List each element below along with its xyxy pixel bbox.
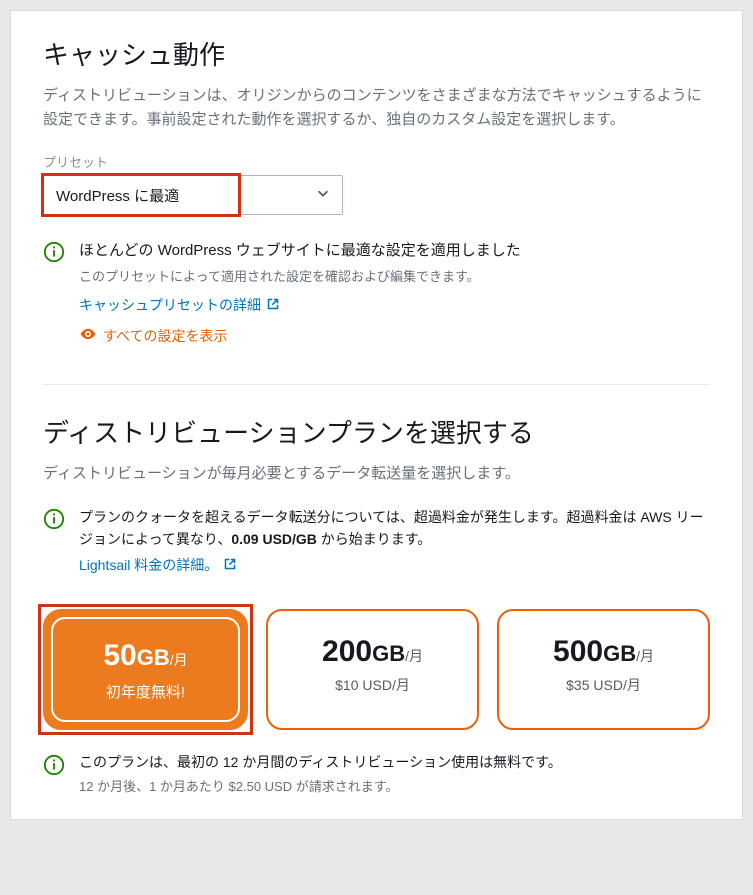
info-icon: [43, 241, 65, 268]
show-all-settings-link[interactable]: すべての設定を表示: [79, 325, 227, 346]
cache-section-desc: ディストリビューションは、オリジンからのコンテンツをさまざまな方法でキャッシュす…: [43, 84, 710, 132]
preset-info-row: ほとんどの WordPress ウェブサイトに最適な設定を適用しました このプリ…: [43, 239, 710, 356]
quota-info-row: プランのクォータを超えるデータ転送分については、超過料金が発生します。超過料金は…: [43, 506, 710, 585]
pricing-link[interactable]: Lightsail 料金の詳細。: [79, 555, 218, 575]
preset-info-title: ほとんどの WordPress ウェブサイトに最適な設定を適用しました: [79, 239, 521, 260]
plan-footer-title: このプランは、最初の 12 か月間のディストリビューション使用は無料です。: [79, 752, 562, 772]
plan-unit: GB: [137, 645, 170, 670]
plan-per: /月: [170, 652, 188, 668]
plan-price: $10 USD/月: [276, 675, 469, 695]
plan-card-200gb[interactable]: 200GB/月 $10 USD/月: [266, 609, 479, 730]
plan-footer: このプランは、最初の 12 か月間のディストリビューション使用は無料です。 12…: [43, 752, 710, 795]
plan-unit: GB: [603, 641, 636, 666]
eye-icon: [79, 325, 97, 346]
plan-amount: 50: [103, 639, 136, 672]
quota-text: プランのクォータを超えるデータ転送分については、超過料金が発生します。超過料金は…: [79, 506, 710, 551]
show-all-label: すべての設定を表示: [103, 326, 227, 346]
section-divider: [43, 384, 710, 385]
plan-section-desc: ディストリビューションが毎月必要とするデータ転送量を選択します。: [43, 462, 710, 486]
preset-select[interactable]: WordPress に最適: [43, 175, 343, 215]
plan-price: 初年度無料!: [61, 681, 230, 702]
plan-price: $35 USD/月: [507, 675, 700, 695]
plan-cards: 50GB/月 初年度無料! 200GB/月 $10 USD/月 500GB/月 …: [43, 609, 710, 730]
plan-per: /月: [405, 648, 423, 664]
plan-section-title: ディストリビューションプランを選択する: [43, 413, 710, 450]
info-icon: [43, 754, 65, 781]
plan-unit: GB: [372, 641, 405, 666]
plan-amount: 200: [322, 635, 372, 668]
preset-info-sub: このプリセットによって適用された設定を確認および編集できます。: [79, 266, 521, 285]
plan-amount: 500: [553, 635, 603, 668]
info-icon: [43, 508, 65, 535]
preset-value: WordPress に最適: [56, 185, 179, 206]
external-link-icon: [224, 557, 236, 573]
preset-detail-link[interactable]: キャッシュプリセットの詳細: [79, 295, 261, 315]
plan-card-50gb[interactable]: 50GB/月 初年度無料!: [43, 609, 248, 730]
external-link-icon: [267, 297, 279, 313]
settings-panel: キャッシュ動作 ディストリビューションは、オリジンからのコンテンツをさまざまな方…: [10, 10, 743, 820]
cache-section-title: キャッシュ動作: [43, 35, 710, 72]
plan-footer-sub: 12 か月後、1 か月あたり $2.50 USD が請求されます。: [79, 776, 562, 795]
plan-per: /月: [636, 648, 654, 664]
chevron-down-icon: [316, 186, 330, 205]
plan-card-500gb[interactable]: 500GB/月 $35 USD/月: [497, 609, 710, 730]
preset-label: プリセット: [43, 152, 710, 171]
